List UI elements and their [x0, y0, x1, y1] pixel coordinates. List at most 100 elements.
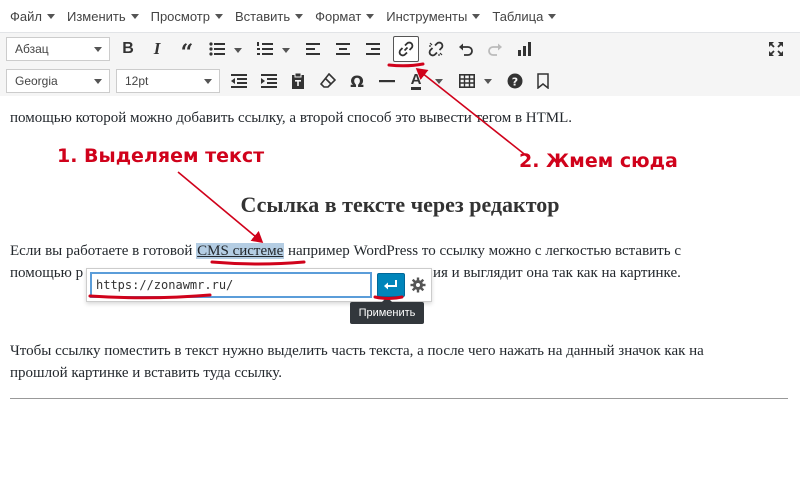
chevron-down-icon — [548, 13, 557, 19]
paragraph-cms-line2-start: помощью р — [10, 265, 84, 281]
redo-icon — [488, 43, 502, 56]
paragraph-instructions-line1: Чтобы ссылку поместить в текст нужно выд… — [10, 343, 704, 359]
align-right-icon — [366, 43, 380, 55]
font-family-select[interactable]: Georgia — [6, 69, 110, 93]
outdent-icon — [231, 74, 247, 88]
align-center-button[interactable] — [330, 36, 356, 62]
blockquote-icon: “ — [180, 40, 194, 66]
paragraph-format-value: Абзац — [15, 42, 49, 56]
redo-button[interactable] — [482, 36, 508, 62]
chevron-down-icon — [46, 13, 55, 19]
table-icon — [459, 74, 475, 88]
paragraph-cms-text: Если вы работаете в готовой — [10, 243, 197, 259]
bold-button[interactable]: B — [115, 36, 141, 62]
apply-link-button[interactable] — [377, 273, 405, 297]
horizontal-rule — [10, 398, 788, 399]
toolbar-primary: Абзац B I “ — [0, 32, 800, 66]
chevron-down-icon — [295, 13, 304, 19]
undo-button[interactable] — [453, 36, 479, 62]
chevron-down-icon[interactable] — [234, 48, 242, 53]
font-family-value: Georgia — [15, 74, 58, 88]
numbered-list-button[interactable] — [252, 36, 278, 62]
paste-as-text-icon — [292, 73, 304, 89]
bullet-list-button[interactable] — [204, 36, 230, 62]
chevron-down-icon — [366, 13, 375, 19]
link-popup — [86, 268, 432, 302]
menu-insert[interactable]: Вставить — [229, 9, 309, 24]
svg-text:?: ? — [512, 76, 518, 89]
chart-icon — [518, 42, 531, 56]
menu-view[interactable]: Просмотр — [145, 9, 229, 24]
section-heading: Ссылка в тексте через редактор — [240, 192, 560, 217]
fullscreen-button[interactable] — [763, 36, 789, 62]
annotation-step1: 1. Выделяем текст — [57, 145, 265, 167]
bold-icon: B — [122, 40, 134, 57]
paragraph-cms-text: например WordPress то ссылку можно с лег… — [284, 243, 681, 259]
align-left-icon — [306, 43, 320, 55]
special-character-icon: Ω — [350, 71, 364, 91]
paste-as-text-button[interactable] — [285, 68, 311, 94]
table-button[interactable] — [454, 68, 480, 94]
chevron-down-icon[interactable] — [484, 79, 492, 84]
align-right-button[interactable] — [360, 36, 386, 62]
font-size-value: 12pt — [125, 74, 149, 88]
apply-tooltip: Применить — [350, 297, 424, 324]
font-size-select[interactable]: 12pt — [116, 69, 220, 93]
numbered-list-icon — [257, 42, 273, 55]
unlink-icon — [428, 41, 444, 57]
horizontal-line-button[interactable] — [374, 68, 400, 94]
chevron-down-icon — [204, 79, 212, 84]
paragraph-cms: Если вы работаете в готовой CMS системе … — [10, 240, 681, 262]
paragraph-cms-line2: помощью р — [10, 262, 83, 284]
chevron-down-icon — [214, 13, 223, 19]
chart-button[interactable] — [512, 36, 538, 62]
insert-link-button[interactable] — [393, 36, 419, 62]
italic-icon: I — [153, 39, 161, 58]
menu-edit[interactable]: Изменить — [61, 9, 145, 24]
indent-icon — [261, 74, 277, 88]
paragraph-instructions-line2: прошлой картинке и вставить туда ссылку. — [10, 365, 283, 381]
annotation-step2: 2. Жмем сюда — [519, 150, 678, 172]
menu-table[interactable]: Таблица — [486, 9, 562, 24]
bookmark-button[interactable] — [530, 68, 556, 94]
italic-button[interactable]: I — [144, 36, 170, 62]
chevron-down-icon — [94, 47, 102, 52]
paragraph-intro-line: помощью которой можно добавить ссылку, а… — [10, 110, 573, 126]
bookmark-icon — [537, 73, 549, 89]
bullet-list-icon — [209, 42, 225, 56]
enter-arrow-icon — [384, 280, 397, 290]
menu-tools[interactable]: Инструменты — [380, 9, 486, 24]
clear-formatting-button[interactable] — [315, 68, 341, 94]
chevron-down-icon — [472, 13, 481, 19]
chevron-down-icon[interactable] — [282, 48, 290, 53]
text-color-icon: A — [410, 71, 422, 90]
insert-link-icon — [398, 41, 414, 57]
chevron-down-icon — [94, 79, 102, 84]
blockquote-button[interactable]: “ — [174, 36, 200, 66]
fullscreen-icon — [769, 42, 783, 56]
horizontal-line-icon — [379, 80, 395, 83]
toolbar-secondary: Georgia 12pt Ω A ? — [0, 66, 800, 96]
menubar: Файл Изменить Просмотр Вставить Формат И… — [0, 0, 800, 32]
url-input[interactable] — [90, 272, 372, 298]
menu-file[interactable]: Файл — [4, 9, 61, 24]
chevron-down-icon[interactable] — [435, 79, 443, 84]
help-icon: ? — [507, 73, 523, 89]
link-options-button[interactable] — [407, 274, 429, 296]
align-center-icon — [336, 43, 350, 55]
paragraph-format-select[interactable]: Абзац — [6, 37, 110, 61]
undo-icon — [459, 43, 473, 56]
text-color-button[interactable]: A — [403, 68, 429, 94]
selected-link-text[interactable]: CMS системе — [196, 243, 285, 259]
chevron-down-icon — [130, 13, 139, 19]
help-button[interactable]: ? — [502, 68, 528, 94]
menu-format[interactable]: Формат — [309, 9, 380, 24]
clear-formatting-icon — [320, 73, 336, 88]
paragraph-cms-line2-end: ия и выглядит она так как на картинке. — [433, 265, 681, 281]
unlink-button[interactable] — [423, 36, 449, 62]
special-character-button[interactable]: Ω — [344, 68, 370, 94]
gear-icon — [410, 277, 426, 293]
outdent-button[interactable] — [226, 68, 252, 94]
align-left-button[interactable] — [300, 36, 326, 62]
indent-button[interactable] — [256, 68, 282, 94]
